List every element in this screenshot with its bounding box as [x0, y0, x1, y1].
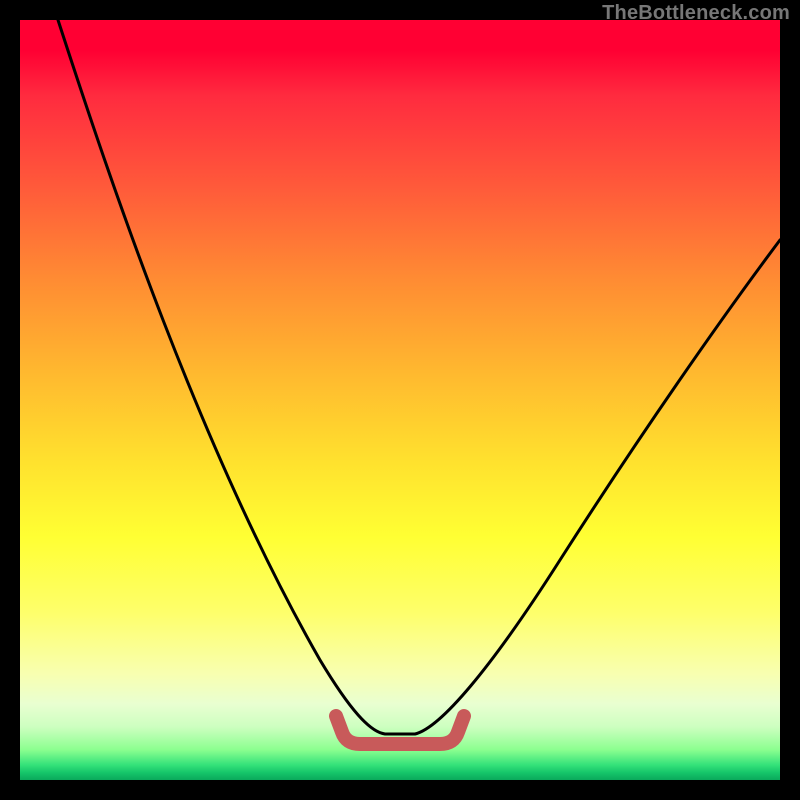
bottleneck-curve-path [58, 20, 780, 734]
plot-area [20, 20, 780, 780]
chart-frame: TheBottleneck.com [0, 0, 800, 800]
curve-svg [20, 20, 780, 780]
optimal-range-bracket [336, 716, 464, 744]
